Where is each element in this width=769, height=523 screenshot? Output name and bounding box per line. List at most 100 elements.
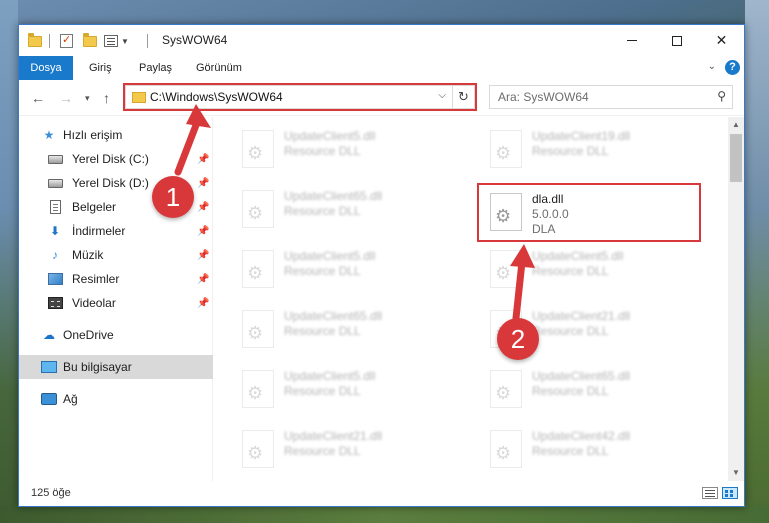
file-item[interactable]: UpdateClient5.dll Resource DLL (482, 242, 712, 298)
file-item[interactable]: UpdateClient42.dll Resource DLL (482, 422, 712, 478)
desktop-background-left (0, 0, 18, 523)
recent-locations-chevron-icon[interactable]: ▾ (85, 93, 90, 104)
file-type: Resource DLL (284, 204, 361, 218)
pictures-icon (47, 272, 63, 286)
search-placeholder: Ara: SysWOW64 (498, 90, 589, 104)
file-name: UpdateClient19.dll (532, 129, 631, 143)
item-count: 125 öğe (31, 487, 71, 499)
pin-icon[interactable]: 📌 (197, 154, 209, 165)
title-bar: ▼ SysWOW64 ✕ (19, 25, 744, 56)
desktop-background-bottom (0, 505, 769, 523)
tab-view[interactable]: Görünüm (196, 56, 242, 80)
file-list: UpdateClient5.dll Resource DLL UpdateCli… (214, 117, 728, 481)
status-bar: 125 öğe (19, 481, 744, 506)
title-separator (147, 33, 148, 49)
search-icon[interactable]: ⚲ (717, 89, 726, 103)
tab-file[interactable]: Dosya (19, 56, 73, 80)
nav-label: Yerel Disk (C:) (72, 152, 149, 166)
dll-file-icon (490, 370, 522, 408)
nav-item-videos[interactable]: Videolar 📌 (19, 291, 213, 315)
music-icon: ♪ (52, 248, 58, 262)
chevron-down-icon[interactable]: ⌄ (708, 61, 716, 72)
chevron-down-icon[interactable]: ▼ (121, 33, 129, 49)
file-name: UpdateClient21.dll (284, 429, 383, 443)
document-icon (47, 200, 63, 214)
pin-icon[interactable]: 📌 (197, 178, 209, 189)
back-arrow-icon[interactable]: ← (31, 90, 45, 106)
tab-home[interactable]: Giriş (89, 56, 112, 80)
properties-check-icon[interactable] (60, 33, 73, 49)
file-type: Resource DLL (532, 264, 609, 278)
search-input[interactable]: Ara: SysWOW64 ⚲ (489, 85, 733, 109)
nav-item-onedrive[interactable]: ☁ OneDrive (19, 323, 213, 347)
pin-icon[interactable]: 📌 (197, 298, 209, 309)
pin-icon[interactable]: 📌 (197, 250, 209, 261)
customize-toolbar-icon[interactable] (104, 33, 118, 49)
scrollbar-thumb[interactable] (730, 134, 742, 182)
navigation-pane: ★ Hızlı erişim Yerel Disk (C:) 📌 Yerel D… (19, 117, 213, 481)
window-title: SysWOW64 (162, 33, 228, 47)
file-name: UpdateClient5.dll (284, 129, 376, 143)
tiles-view-icon[interactable] (722, 487, 738, 499)
pin-icon[interactable]: 📌 (197, 274, 209, 285)
dll-file-icon (242, 370, 274, 408)
disk-icon (47, 152, 63, 166)
close-icon: ✕ (715, 32, 728, 48)
nav-label: Hızlı erişim (63, 128, 123, 142)
file-item[interactable]: UpdateClient5.dll Resource DLL (234, 362, 464, 418)
minimize-button[interactable] (609, 25, 654, 56)
nav-item-music[interactable]: ♪ Müzik 📌 (19, 243, 213, 267)
file-type: Resource DLL (284, 264, 361, 278)
file-name: UpdateClient5.dll (284, 249, 376, 263)
folder-icon (28, 32, 42, 49)
star-icon: ★ (43, 128, 55, 142)
nav-item-this-pc[interactable]: Bu bilgisayar (19, 355, 213, 379)
file-type: Resource DLL (532, 324, 609, 338)
file-item[interactable]: UpdateClient65.dll Resource DLL (234, 302, 464, 358)
nav-label: Resimler (72, 272, 120, 286)
pin-icon[interactable]: 📌 (197, 202, 209, 213)
help-icon[interactable]: ? (725, 60, 740, 75)
minimize-icon (626, 40, 637, 41)
details-view-icon[interactable] (702, 487, 718, 499)
callout-badge-2: 2 (497, 318, 539, 360)
file-item[interactable]: UpdateClient65.dll Resource DLL (234, 182, 464, 238)
new-folder-icon[interactable] (83, 32, 97, 49)
file-item[interactable]: UpdateClient21.dll Resource DLL (234, 422, 464, 478)
nav-label: İndirmeler (72, 224, 126, 238)
nav-item-downloads[interactable]: ⬇ İndirmeler 📌 (19, 219, 213, 243)
up-arrow-icon[interactable]: ↑ (103, 90, 110, 106)
scroll-up-icon[interactable]: ▲ (728, 117, 744, 133)
address-bar-row: ← → ▾ ↑ C:\Windows\SysWOW64 ⌵ ↻ Ara: Sys… (19, 80, 744, 116)
nav-item-local-disk-c[interactable]: Yerel Disk (C:) 📌 (19, 147, 213, 171)
forward-arrow-icon[interactable]: → (59, 90, 73, 106)
pin-icon[interactable]: 📌 (197, 226, 209, 237)
tab-share[interactable]: Paylaş (139, 56, 172, 80)
file-type: Resource DLL (532, 144, 609, 158)
nav-item-network[interactable]: Ağ (19, 387, 213, 411)
vertical-scrollbar[interactable]: ▲ ▼ (728, 117, 744, 481)
file-type: Resource DLL (284, 324, 361, 338)
file-type: Resource DLL (532, 444, 609, 458)
scroll-down-icon[interactable]: ▼ (728, 465, 744, 481)
nav-item-quick-access[interactable]: ★ Hızlı erişim (19, 123, 213, 147)
maximize-button[interactable] (654, 25, 699, 56)
nav-label: Videolar (72, 296, 116, 310)
close-button[interactable]: ✕ (699, 25, 744, 56)
file-item[interactable]: UpdateClient5.dll Resource DLL (234, 122, 464, 178)
nav-label: Bu bilgisayar (63, 360, 132, 374)
ribbon-tabs: Dosya Giriş Paylaş Görünüm ⌄ ? (19, 56, 744, 80)
explorer-window: ▼ SysWOW64 ✕ Dosya Giriş Paylaş Görünüm … (18, 24, 745, 507)
file-type: Resource DLL (284, 384, 361, 398)
dll-file-icon (242, 250, 274, 288)
file-type: Resource DLL (532, 384, 609, 398)
file-item[interactable]: UpdateClient5.dll Resource DLL (234, 242, 464, 298)
highlight-box-dla-dll (477, 183, 701, 242)
nav-label: Müzik (72, 248, 104, 262)
file-item[interactable]: UpdateClient65.dll Resource DLL (482, 362, 712, 418)
download-icon: ⬇ (49, 224, 61, 238)
file-item[interactable]: UpdateClient19.dll Resource DLL (482, 122, 712, 178)
dll-file-icon (242, 190, 274, 228)
nav-item-pictures[interactable]: Resimler 📌 (19, 267, 213, 291)
highlight-box-address (123, 83, 477, 111)
